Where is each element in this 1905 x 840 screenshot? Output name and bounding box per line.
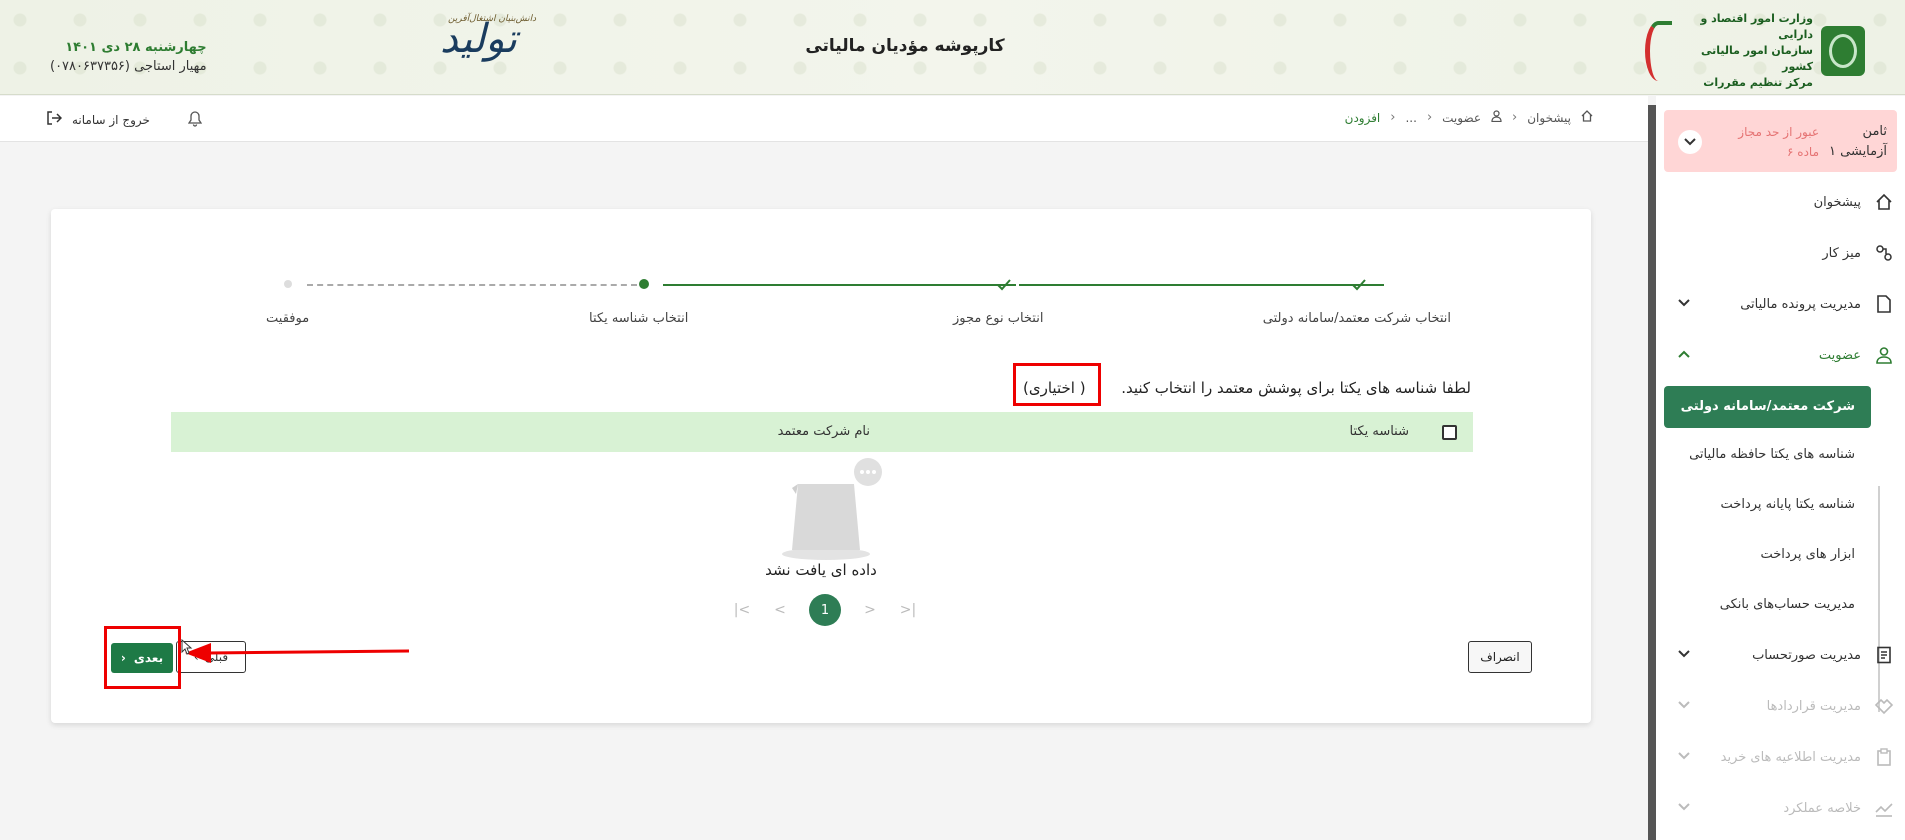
taxpayer-name: ثامن [1862,124,1887,139]
chevron-down-icon[interactable] [1678,130,1702,154]
breadcrumb-item[interactable]: عضویت [1442,111,1481,125]
logo-line-3: مرکز تنظیم مقررات [1703,76,1813,89]
emblem-icon [1821,26,1865,76]
cancel-button[interactable]: انصراف [1468,641,1532,673]
logout-label: خروج از سامانه [72,112,150,127]
submenu-rail [1878,486,1880,712]
first-page-icon[interactable]: |< [733,602,751,618]
column-header-company: نام شرکت معتمد [777,424,870,439]
last-page-icon[interactable]: >| [899,602,917,618]
step-connector [1019,284,1384,286]
sidebar-subitem-payment-tools[interactable]: ابزار های پرداخت [1664,536,1871,574]
home-icon [1873,191,1895,213]
invoice-icon [1873,644,1895,666]
column-header-unique-id: شناسه یکتا [1349,424,1409,439]
pending-step-dot [284,280,292,288]
workflow-icon [1873,242,1895,264]
annotation-arrow [181,637,411,671]
step-label: انتخاب شرکت معتمد/سامانه دولتی [1262,311,1451,326]
chevron-up-icon [1678,347,1690,362]
taxpayer-name-2: آزمایشی ۱ [1829,144,1887,159]
sidebar-item-invoices[interactable]: مدیریت صورتحساب [1664,635,1897,675]
empty-state-text: داده ای یافت نشد [765,561,877,579]
chevron-down-icon [1678,698,1690,713]
user-icon [1873,344,1895,366]
annotation-highlight [104,626,181,689]
current-date: چهارشنبه ۲۸ دی ۱۴۰۱ [65,40,207,55]
chevron-down-icon [1678,296,1690,311]
app-header: وزارت امور اقتصاد و دارایی سازمان امور م… [0,0,1905,95]
sidebar-item-purchase-notices[interactable]: مدیریت اطلاعیه های خرید [1664,737,1897,777]
next-page-icon[interactable]: > [861,602,879,618]
current-step-dot [639,279,649,289]
document-icon [1873,293,1895,315]
sidebar-subitem-trusted-company[interactable]: شرکت معتمد/سامانه دولتی [1664,386,1871,428]
chevron-left-icon: › [1512,110,1518,125]
check-icon [996,277,1012,296]
chevron-down-icon [1678,647,1690,662]
breadcrumb-item[interactable]: ... [1405,111,1416,125]
logout-icon [46,110,63,129]
toolbar: خروج از سامانه پیشخوان › عضویت › ... › ا… [0,96,1648,142]
sidebar: ثامن آزمایشی ۱ عبور از حد مجاز ماده ۶ پی… [1656,96,1905,840]
select-all-checkbox[interactable] [1442,425,1457,440]
page-number[interactable]: 1 [809,594,841,626]
chevron-left-icon: › [1390,110,1396,125]
step-label: انتخاب نوع مجوز [953,311,1044,326]
sidebar-item-desk[interactable]: میز کار [1664,233,1897,273]
sidebar-item-tax-file[interactable]: مدیریت پرونده مالیاتی [1664,284,1897,324]
app-title: کارپوشه مؤدیان مالیاتی [805,36,1005,56]
trend-icon [1873,797,1895,819]
breadcrumb: پیشخوان › عضویت › ... › افزودن [1345,110,1593,125]
limit-warning: عبور از حد مجاز [1738,125,1819,139]
breadcrumb-item[interactable]: پیشخوان [1527,111,1571,125]
breadcrumb-current: افزودن [1344,110,1381,125]
bell-icon[interactable] [187,111,203,131]
logout-button[interactable]: خروج از سامانه [46,110,150,129]
taxpayer-card[interactable]: ثامن آزمایشی ۱ عبور از حد مجاز ماده ۶ [1664,110,1897,172]
sidebar-item-dashboard[interactable]: پیشخوان [1664,182,1897,222]
user-icon [1491,110,1502,125]
sidebar-item-membership[interactable]: عضویت [1664,335,1897,375]
empty-state-illustration [776,454,886,564]
prev-page-icon[interactable]: < [771,602,789,618]
table-header: شناسه یکتا نام شرکت معتمد [171,412,1473,452]
sidebar-item-performance-summary[interactable]: خلاصه عملکرد [1664,788,1897,828]
limit-warning-article: ماده ۶ [1787,145,1819,159]
header-user-info: چهارشنبه ۲۸ دی ۱۴۰۱ مهیار استاجی (۰۷۸۰۶۳… [50,40,207,74]
handshake-icon [1873,695,1895,717]
home-icon [1581,110,1593,125]
stepper: انتخاب شرکت معتمد/سامانه دولتی انتخاب نو… [51,209,1591,359]
mouse-cursor-icon [181,638,193,659]
step-label: انتخاب شناسه یکتا [589,311,689,326]
current-user: مهیار استاجی (۰۷۸۰۶۳۷۳۵۶) [50,59,207,74]
annotation-highlight [1013,363,1101,406]
clipboard-icon [1873,746,1895,768]
sidebar-scrollbar[interactable] [1648,105,1656,840]
step-connector [307,284,637,286]
chevron-left-icon: › [1426,110,1433,125]
chevron-down-icon [1678,749,1690,764]
chevron-down-icon [1678,800,1690,815]
wizard-card: انتخاب شرکت معتمد/سامانه دولتی انتخاب نو… [51,209,1591,723]
check-icon [1351,277,1367,296]
selection-prompt: لطفا شناسه های یکتا برای پوشش معتمد را ا… [1121,379,1471,397]
slogan-logo: دانش‌بنیان اشتغال‌آفرین تولید [440,14,537,62]
pagination: |< < 1 > >| [733,594,917,626]
sidebar-subitem-memory-ids[interactable]: شناسه های یکتا حافظه مالیاتی [1664,436,1871,474]
sidebar-subitem-bank-accounts[interactable]: مدیریت حساب‌های بانکی [1664,586,1871,624]
sidebar-subitem-terminal-id[interactable]: شناسه یکتا پایانه پرداخت [1664,486,1871,524]
step-label: موفقیت [266,311,310,326]
step-connector [663,284,1016,286]
sidebar-item-contracts[interactable]: مدیریت قراردادها [1664,686,1897,726]
